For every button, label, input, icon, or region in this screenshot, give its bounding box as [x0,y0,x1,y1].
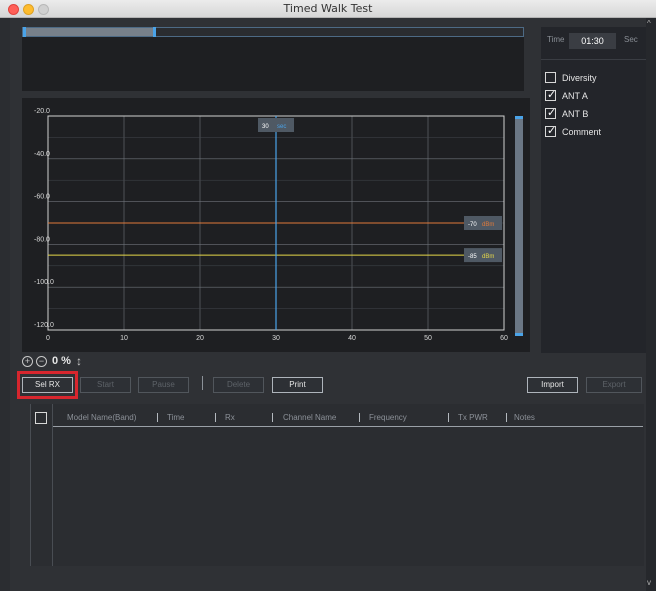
table-checkbox-column [30,404,53,566]
window-scrollbar[interactable] [646,18,656,591]
sel-rx-button[interactable]: Sel RX [22,377,73,393]
column-separator [157,413,158,422]
select-all-checkbox[interactable] [35,412,47,424]
x-tick-label: 60 [500,335,508,342]
signal-plot-svg: -20.0 -40.0 -60.0 -80.0 -100.0 -120.0 0 10 20 30 4… [34,108,508,342]
x-tick-label: 10 [120,335,128,342]
column-separator [359,413,360,422]
ant-a-label: ANT A [562,90,588,101]
time-label: Time [547,35,565,44]
column-separator [272,413,273,422]
export-button[interactable]: Export [586,377,642,393]
y-tick-label: -40.0 [34,151,50,158]
right-panel-divider [541,59,649,60]
x-tick-label: 40 [348,335,356,342]
x-tick-label: 30 [272,335,280,342]
signal-plot[interactable]: -20.0 -40.0 -60.0 -80.0 -100.0 -120.0 0 10 20 30 4… [22,98,530,352]
time-cursor-value: 30 [262,124,269,130]
series-tag-value: -70 [468,222,477,228]
column-separator [215,413,216,422]
zoom-controls: + − 0 % ↕ [22,354,82,368]
timeline-overview-track[interactable] [22,27,524,37]
zoom-out-icon[interactable]: − [36,355,47,367]
import-button[interactable]: Import [527,377,578,393]
y-tick-label: -120.0 [34,322,54,329]
column-frequency[interactable]: Frequency [369,413,407,422]
diversity-option[interactable]: Diversity [545,71,597,84]
vertical-scale-slider[interactable] [515,116,523,336]
series-tag-value: -85 [468,254,477,260]
column-channel-name[interactable]: Channel Name [283,413,336,422]
vertical-scale-top-handle[interactable] [515,116,523,119]
window-title: Timed Walk Test [283,2,373,15]
diversity-checkbox[interactable] [545,72,556,83]
time-unit-label: Sec [624,35,638,44]
table-header: Model Name(Band) Time Rx Channel Name Fr… [53,407,643,427]
series-tag-unit: dBm [482,254,494,260]
results-table[interactable] [30,404,644,566]
time-cursor-unit: sec [277,124,286,130]
x-tick-label: 20 [196,335,204,342]
timeline-overview[interactable] [22,27,524,91]
y-tick-label: -60.0 [34,194,50,201]
column-model-name[interactable]: Model Name(Band) [67,413,136,422]
column-time[interactable]: Time [167,413,184,422]
toolbar-divider [202,376,203,390]
print-button[interactable]: Print [272,377,323,393]
ant-b-option[interactable]: ANT B [545,106,589,120]
column-tx-pwr[interactable]: Tx PWR [458,413,488,422]
pause-button[interactable]: Pause [138,377,189,393]
column-rx[interactable]: Rx [225,413,235,422]
x-tick-label: 0 [46,335,50,342]
x-tick-label: 50 [424,335,432,342]
column-separator [506,413,507,422]
zoom-level: 0 % [52,355,71,367]
delete-button[interactable]: Delete [213,377,264,393]
y-tick-label: -80.0 [34,236,50,243]
ant-a-option[interactable]: ANT A [545,88,588,102]
timeline-end-handle[interactable] [153,27,156,37]
comment-checkbox[interactable] [545,124,556,137]
ant-b-checkbox[interactable] [545,106,556,119]
start-button[interactable]: Start [80,377,131,393]
ant-a-checkbox[interactable] [545,88,556,101]
y-tick-label: -100.0 [34,279,54,286]
scroll-up-icon[interactable]: ^ [647,19,651,28]
vertical-scale-bottom-handle[interactable] [515,333,523,336]
ant-b-label: ANT B [562,108,589,119]
column-notes[interactable]: Notes [514,413,535,422]
title-bar: Timed Walk Test [0,0,656,18]
comment-option[interactable]: Comment [545,124,602,138]
timeline-start-handle[interactable] [23,27,26,37]
timeline-overview-fill [23,28,153,36]
comment-label: Comment [562,126,602,137]
y-tick-label: -20.0 [34,108,50,115]
zoom-in-icon[interactable]: + [22,355,33,367]
diversity-label: Diversity [562,72,597,83]
series-tag-unit: dBm [482,222,494,228]
vertical-resize-icon[interactable]: ↕ [76,354,82,368]
column-separator [448,413,449,422]
time-value-field[interactable]: 01:30 [569,33,616,49]
time-setting: Time 01:30 Sec [541,31,649,51]
scroll-down-icon[interactable]: v [647,578,651,587]
